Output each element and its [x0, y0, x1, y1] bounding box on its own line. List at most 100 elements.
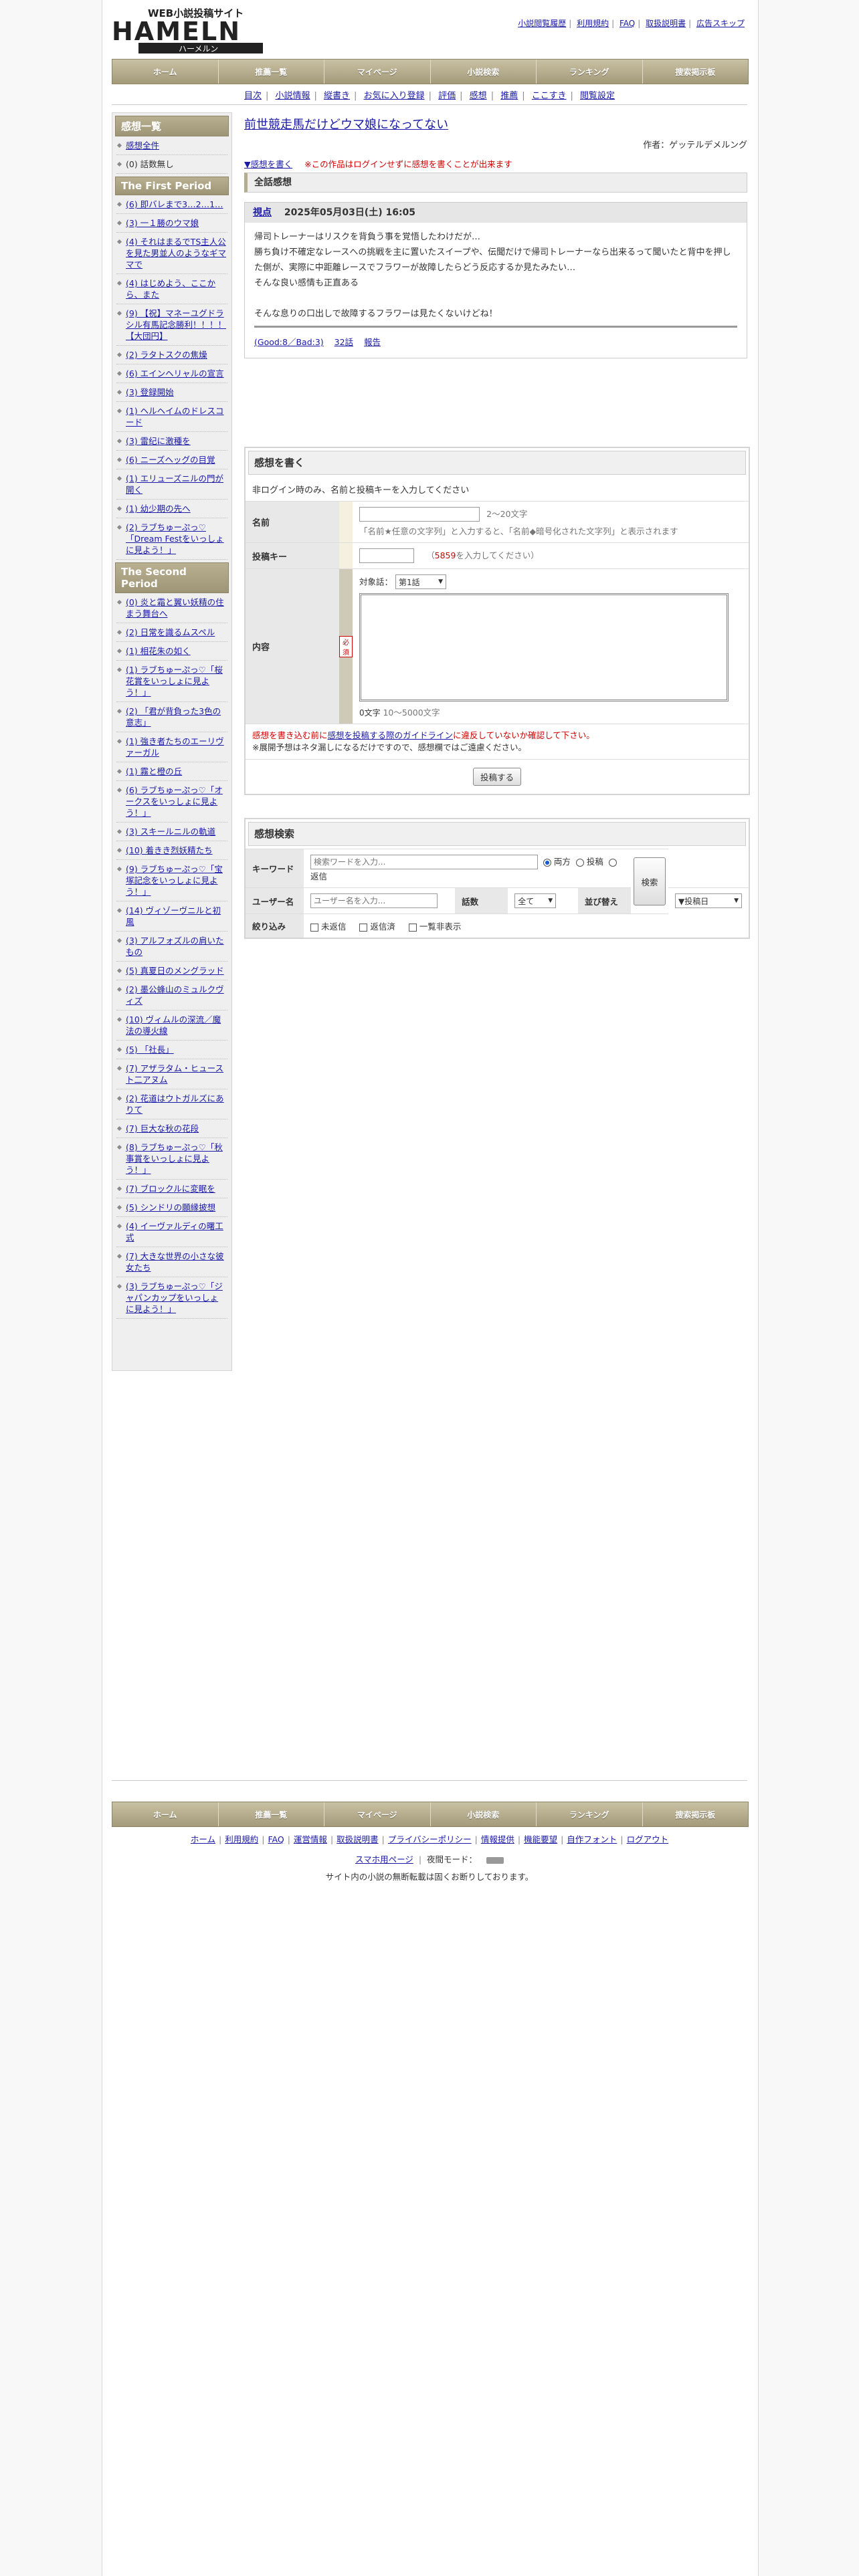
search-button[interactable]: 検索 — [633, 857, 666, 905]
nav-board[interactable]: 捜索掲示板 — [643, 60, 749, 84]
sidebar-episode-label[interactable]: (5) 真夏日のメングラッド — [126, 966, 224, 976]
footer-link[interactable]: 取扱説明書 — [337, 1834, 379, 1844]
sidebar-episode-label[interactable]: (2) 日常を識るムスペル — [126, 627, 215, 637]
sidebar-episode-label[interactable]: (6) ニーズヘッグの目覚 — [126, 455, 215, 465]
sidebar-episode-label[interactable]: (6) エインヘリャルの宣言 — [126, 368, 224, 379]
sidebar-episode-item[interactable]: (6) ニーズヘッグの目覚 — [116, 451, 227, 469]
novel-title[interactable]: 前世競走馬だけどウマ娘になってない — [244, 115, 747, 132]
sidebar-episode-item[interactable]: (5) 真夏日のメングラッド — [116, 962, 227, 980]
sidebar-episode-label[interactable]: (1) 強き者たちのエーリヴァーガル — [126, 736, 224, 758]
footer-nav-mypage[interactable]: マイページ — [324, 1802, 431, 1826]
footer-nav-recommend[interactable]: 推薦一覧 — [219, 1802, 324, 1826]
sidebar-episode-label[interactable]: (1) 幼少期の先へ — [126, 504, 191, 514]
episode-select[interactable]: 全て ▼ — [514, 893, 557, 908]
sidebar-episode-item[interactable]: (3) アルフォズルの肩いたもの — [116, 932, 227, 962]
sidebar-episode-item[interactable]: (3) 一１勝のウマ娘 — [116, 214, 227, 233]
sidebar-episode-label[interactable]: (3) アルフォズルの肩いたもの — [126, 936, 224, 957]
sidebar-episode-label[interactable]: (3) スキールニルの軌道 — [126, 827, 215, 837]
sidebar-episode-label[interactable]: (2) 花道はウトガルズにありて — [126, 1093, 224, 1115]
sidebar-episode-item[interactable]: (7) 大きな世界の小さな彼女たち — [116, 1247, 227, 1277]
footer-nav-search[interactable]: 小説検索 — [431, 1802, 537, 1826]
sidebar-episode-item[interactable]: (3) 登録開始 — [116, 383, 227, 402]
good-bad-link[interactable]: (Good:8／Bad:3) — [254, 337, 324, 347]
footer-nav-home[interactable]: ホーム — [112, 1802, 219, 1826]
sort-select[interactable]: ▼投稿日 ▼ — [675, 893, 742, 909]
guideline-link[interactable]: 感想を投稿する際のガイドライン — [328, 730, 454, 740]
sidebar-episode-item[interactable]: (7) 巨大な秋の花段 — [116, 1119, 227, 1138]
history-link[interactable]: 小説閲覧履歴 — [518, 19, 566, 28]
sidebar-episode-label[interactable]: (2) ラタトスクの焦燥 — [126, 350, 207, 360]
site-logo[interactable]: WEB小説投稿サイト HAMELN ハーメルン — [112, 5, 263, 53]
footer-link[interactable]: 機能要望 — [524, 1834, 557, 1844]
subnav-vertical[interactable]: 縦書き — [324, 91, 350, 101]
sidebar-episode-label[interactable]: (3) 登録開始 — [126, 387, 174, 397]
sidebar-episode-label[interactable]: (14) ヴィゾーヴニルと初風 — [126, 905, 221, 927]
sidebar-episode-label[interactable]: (0) 炎と霜と翼い妖精の住まう舞台へ — [126, 597, 224, 619]
sidebar-episode-label[interactable]: (3) ラブちゅーぷっ♡「ジャパンカップをいっしょに見よう！」 — [126, 1281, 223, 1314]
content-textarea[interactable] — [359, 593, 729, 702]
nav-ranking[interactable]: ランキング — [537, 60, 643, 84]
sidebar-episode-label[interactable]: (4) イーヴァルディの曙工式 — [126, 1221, 223, 1243]
sidebar-episode-label[interactable]: (1) 霧と橙の丘 — [126, 766, 182, 776]
submit-button[interactable]: 投稿する — [472, 768, 521, 786]
sidebar-item-label[interactable]: 感想全件 — [126, 140, 159, 150]
radio-both[interactable]: 両方 — [543, 857, 571, 867]
footer-link[interactable]: 運営情報 — [294, 1834, 327, 1844]
sidebar-episode-item[interactable]: (2) 「君が背負った3色の意志」 — [116, 702, 227, 732]
sidebar-episode-item[interactable]: (5) シンドリの願縁披想 — [116, 1198, 227, 1217]
footer-nav-board[interactable]: 捜索掲示板 — [643, 1802, 749, 1826]
faq-link[interactable]: FAQ — [619, 19, 635, 28]
footer-link[interactable]: 利用規約 — [225, 1834, 258, 1844]
sidebar-episode-label[interactable]: (2) 「君が背負った3色の意志」 — [126, 706, 221, 728]
subnav-rate[interactable]: 評価 — [438, 91, 456, 101]
sidebar-episode-label[interactable]: (5) シンドリの願縁披想 — [126, 1202, 215, 1212]
sidebar-episode-label[interactable]: (7) ブロックルに変眠を — [126, 1184, 215, 1194]
sidebar-episode-item[interactable]: (2) 日常を識るムスペル — [116, 623, 227, 642]
sidebar-episode-label[interactable]: (7) アザラタム・ヒュースト二アヌム — [126, 1063, 223, 1085]
keyword-input[interactable] — [310, 855, 538, 869]
sidebar-episode-label[interactable]: (1) ラブちゅーぷっ♡「桜花賞をいっしょに見よう！」 — [126, 665, 223, 697]
sidebar-episode-item[interactable]: (1) 強き者たちのエーリヴァーガル — [116, 732, 227, 762]
filter-unreplied[interactable]: 未返信 — [310, 922, 346, 932]
sidebar-episode-item[interactable]: (0) 炎と霜と翼い妖精の住まう舞台へ — [116, 593, 227, 623]
sidebar-episode-item[interactable]: (4) それはまるでTS主人公を見た男並人のようなギママで — [116, 233, 227, 274]
sidebar-episode-label[interactable]: (6) 即バレまで3…2…1… — [126, 199, 223, 209]
sidebar-episode-item[interactable]: (6) エインヘリャルの宣言 — [116, 364, 227, 383]
subnav-settings[interactable]: 閲覧設定 — [580, 91, 615, 101]
sidebar-episode-item[interactable]: (3) スキールニルの軌道 — [116, 823, 227, 841]
target-episode-select[interactable]: 第1話 ▼ — [395, 574, 446, 589]
sidebar-episode-label[interactable]: (4) それはまるでTS主人公を見た男並人のようなギママで — [126, 237, 226, 270]
sidebar-episode-label[interactable]: (9) ラブちゅーぷっ♡「宝塚記念をいっしょに見よう！」 — [126, 864, 223, 897]
terms-link[interactable]: 利用規約 — [577, 19, 609, 28]
sidebar-episode-item[interactable]: (7) ブロックルに変眠を — [116, 1180, 227, 1198]
subnav-impressions[interactable]: 感想 — [470, 91, 487, 101]
subnav-kokosuki[interactable]: ここすき — [532, 91, 567, 101]
subnav-info[interactable]: 小説情報 — [275, 91, 310, 101]
subnav-toc[interactable]: 目次 — [244, 91, 262, 101]
subnav-recommend[interactable]: 推薦 — [500, 91, 518, 101]
sidebar-episode-label[interactable]: (10) ヴィムルの深流／魔法の導火線 — [126, 1014, 221, 1036]
sidebar-episode-label[interactable]: (3) 一１勝のウマ娘 — [126, 218, 199, 228]
sidebar-episode-label[interactable]: (3) 雷纪に激種を — [126, 436, 191, 446]
nav-search[interactable]: 小説検索 — [431, 60, 537, 84]
sidebar-episode-label[interactable]: (2) ラブちゅーぷっ♡「Dream Festをいっしょに見よう！」 — [126, 522, 224, 555]
sidebar-episode-label[interactable]: (1) エリューズニルの門が開く — [126, 473, 223, 495]
filter-replied[interactable]: 返信済 — [359, 922, 395, 932]
sidebar-episode-item[interactable]: (1) 相花朱の如く — [116, 642, 227, 661]
sidebar-episode-item[interactable]: (4) はじめよう、ここから、また — [116, 274, 227, 304]
footer-link[interactable]: FAQ — [268, 1834, 284, 1844]
sidebar-item-all[interactable]: 感想全件 — [116, 136, 227, 155]
sidebar-episode-item[interactable]: (1) エリューズニルの門が開く — [116, 469, 227, 500]
filter-hidden[interactable]: 一覧非表示 — [408, 922, 461, 932]
sidebar-episode-label[interactable]: (8) ラブちゅーぷっ♡「秋事賞をいっしょに見よう！」 — [126, 1142, 223, 1175]
manual-link[interactable]: 取扱説明書 — [646, 19, 686, 28]
sidebar-episode-label[interactable]: (1) ヘルヘイムのドレスコード — [126, 406, 223, 427]
nav-home[interactable]: ホーム — [112, 60, 219, 84]
sidebar-episode-label[interactable]: (5) 「社長」 — [126, 1045, 174, 1055]
smartphone-link[interactable]: スマホ用ページ — [355, 1854, 413, 1864]
footer-nav-ranking[interactable]: ランキング — [537, 1802, 643, 1826]
footer-link[interactable]: 情報提供 — [481, 1834, 514, 1844]
write-impression-link[interactable]: ▼感想を書く — [244, 159, 292, 169]
footer-link[interactable]: ホーム — [191, 1834, 215, 1844]
sidebar-episode-item[interactable]: (1) 幼少期の先へ — [116, 500, 227, 518]
